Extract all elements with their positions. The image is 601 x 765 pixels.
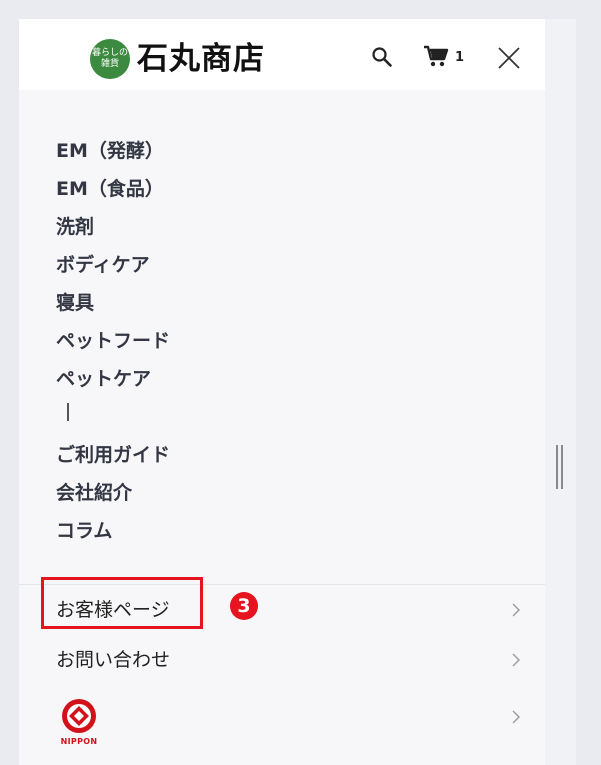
contact-link[interactable]: お問い合わせ [19, 636, 545, 684]
close-icon[interactable] [498, 47, 520, 69]
contact-label: お問い合わせ [56, 649, 171, 671]
chevron-right-icon [512, 603, 520, 617]
menu-separator [67, 403, 69, 421]
menu-item-column[interactable]: コラム [56, 512, 170, 550]
menu-item-detergent[interactable]: 洗剤 [56, 208, 170, 246]
menu-item-company[interactable]: 会社紹介 [56, 474, 170, 512]
nippon-logo[interactable]: NIPPON [55, 697, 103, 749]
chevron-right-icon [512, 710, 520, 724]
menu-separator-slot [56, 398, 170, 436]
logo-badge[interactable]: 暮らしの 雑貨 [90, 39, 130, 79]
cart-count-badge: 1 [455, 50, 465, 65]
step-number-badge: 3 [230, 592, 258, 620]
side-strip [545, 19, 576, 765]
annotation-highlight [41, 577, 203, 629]
logo-badge-line1: 暮らしの [91, 48, 128, 58]
menu-item-pet-care[interactable]: ペットケア [56, 360, 170, 398]
menu-panel: 暮らしの 雑貨 石丸商店 1 EM（発酵） EM（食品） 洗剤 ボディケア 寝具… [19, 19, 563, 765]
menu-item-em-fermentation[interactable]: EM（発酵） [56, 132, 170, 170]
menu-item-bedding[interactable]: 寝具 [56, 284, 170, 322]
menu-item-usage-guide[interactable]: ご利用ガイド [56, 436, 170, 474]
logo-badge-line2: 雑貨 [100, 59, 119, 69]
header: 暮らしの 雑貨 石丸商店 1 [19, 19, 545, 90]
logo-text[interactable]: 石丸商店 [137, 39, 265, 79]
nippon-emblem-icon [62, 699, 96, 733]
cart-icon[interactable] [423, 44, 449, 68]
category-menu: EM（発酵） EM（食品） 洗剤 ボディケア 寝具 ペットフード ペットケア ご… [56, 132, 170, 550]
menu-item-body-care[interactable]: ボディケア [56, 246, 170, 284]
scrollbar-thumb[interactable] [556, 445, 564, 489]
nippon-logo-text: NIPPON [60, 737, 98, 746]
menu-item-pet-food[interactable]: ペットフード [56, 322, 170, 360]
chevron-right-icon [512, 653, 520, 667]
search-icon[interactable] [371, 46, 393, 68]
menu-item-em-food[interactable]: EM（食品） [56, 170, 170, 208]
